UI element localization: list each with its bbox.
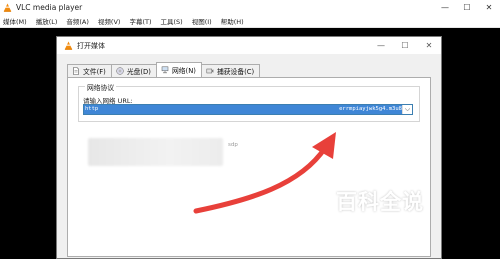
tab-network[interactable]: 网络(N) — [155, 62, 202, 77]
menu-video[interactable]: 视频(V) — [98, 16, 121, 26]
dialog-close-button[interactable]: ✕ — [417, 37, 441, 54]
dialog-minimize-button[interactable]: — — [369, 37, 393, 54]
menu-playback[interactable]: 播放(L) — [36, 16, 58, 26]
menu-view[interactable]: 视图(I) — [192, 16, 212, 26]
menu-help[interactable]: 帮助(H) — [221, 16, 244, 26]
network-url-input[interactable]: http errmpiayjwk5g4.m3u8 ⌵ — [83, 104, 413, 115]
tab-network-label: 网络(N) — [171, 67, 196, 75]
menu-audio[interactable]: 音频(A) — [66, 16, 89, 26]
dialog-title: 打开媒体 — [77, 41, 105, 50]
file-icon — [73, 67, 79, 75]
network-protocol-title: 网络协议 — [85, 82, 117, 92]
dialog-maximize-button[interactable]: ☐ — [393, 37, 417, 54]
blurred-hint-suffix: sdp — [228, 142, 238, 148]
maximize-button[interactable]: ☐ — [456, 0, 478, 15]
network-icon — [161, 66, 169, 74]
blurred-hint-text — [88, 138, 223, 166]
vlc-cone-icon — [3, 3, 12, 12]
dialog-titlebar: 打开媒体 — ☐ ✕ — [57, 37, 441, 54]
tab-file-label: 文件(F) — [83, 68, 106, 76]
menu-media[interactable]: 媒体(M) — [3, 16, 27, 26]
tab-disc-label: 光盘(D) — [126, 68, 151, 76]
vlc-cone-icon — [64, 41, 73, 50]
url-dropdown-button[interactable]: ⌵ — [402, 105, 412, 114]
window-title: VLC media player — [16, 3, 83, 12]
dialog-window-controls: — ☐ ✕ — [369, 37, 441, 54]
tab-disc[interactable]: 光盘(D) — [110, 64, 157, 77]
watermark-subtitle: 助你轻松解决 — [344, 217, 416, 228]
vlc-titlebar: VLC media player — ☐ ✕ — [0, 0, 500, 15]
watermark: 百科全说 助你轻松解决 — [336, 186, 486, 234]
close-button[interactable]: ✕ — [478, 0, 500, 15]
menubar: 媒体(M) 播放(L) 音频(A) 视频(V) 字幕(T) 工具(S) 视图(I… — [0, 15, 500, 28]
tab-bar: 文件(F) 光盘(D) 网络(N) 捕获设备(C) — [67, 62, 261, 77]
capture-device-icon — [206, 68, 214, 74]
url-selected-text: http errmpiayjwk5g4.m3u8 — [84, 105, 402, 114]
menu-tools[interactable]: 工具(S) — [161, 16, 183, 26]
tab-file[interactable]: 文件(F) — [67, 64, 112, 77]
window-controls: — ☐ ✕ — [434, 0, 500, 15]
minimize-button[interactable]: — — [434, 0, 456, 15]
disc-icon — [116, 67, 124, 75]
url-value-end: errmpiayjwk5g4.m3u8 — [339, 106, 402, 112]
tab-capture-device-label: 捕获设备(C) — [216, 68, 255, 76]
chevron-down-icon: ⌵ — [404, 105, 411, 113]
url-value-start: http — [85, 106, 99, 112]
network-protocol-group: 网络协议 请输入网络 URL: http errmpiayjwk5g4.m3u8… — [78, 82, 420, 122]
menu-subtitle[interactable]: 字幕(T) — [129, 16, 151, 26]
watermark-title: 百科全说 — [336, 190, 424, 214]
tab-capture-device[interactable]: 捕获设备(C) — [200, 64, 261, 77]
